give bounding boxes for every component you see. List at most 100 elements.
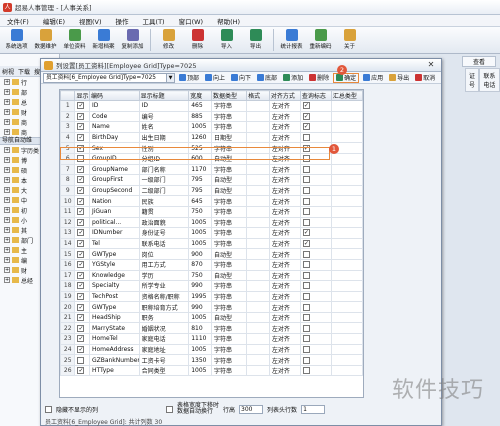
grid-cell[interactable]: [246, 343, 270, 356]
query-flag-checkbox[interactable]: [302, 303, 310, 311]
grid-cell[interactable]: [246, 100, 270, 112]
grid-cell[interactable]: [299, 311, 332, 324]
grid-cell[interactable]: GZBankNumber: [88, 354, 140, 366]
grid-cell[interactable]: 645: [188, 195, 212, 207]
grid-cell[interactable]: ✓: [74, 216, 90, 229]
grid-cell[interactable]: 学历: [138, 269, 190, 282]
expand-icon[interactable]: +: [4, 89, 10, 95]
show-checkbox[interactable]: ✓: [77, 335, 85, 343]
expand-icon[interactable]: +: [4, 99, 10, 105]
menu-item[interactable]: 操作: [109, 16, 136, 26]
grid-cell[interactable]: [74, 354, 90, 366]
grid-cell[interactable]: 字符串: [210, 216, 248, 229]
grid-cell[interactable]: 左对齐: [268, 343, 301, 356]
show-checkbox[interactable]: ✓: [77, 261, 85, 269]
show-checkbox[interactable]: ✓: [77, 197, 85, 205]
grid-cell[interactable]: ✓: [74, 163, 90, 176]
grid-cell[interactable]: [246, 227, 270, 239]
grid-cell[interactable]: ID: [88, 100, 140, 112]
query-flag-checkbox[interactable]: [302, 187, 310, 195]
grid-cell[interactable]: [246, 322, 270, 335]
grid-cell[interactable]: 自动型: [210, 174, 248, 186]
grid-cell[interactable]: 1005: [188, 121, 212, 133]
grid-column-header[interactable]: 宽度: [188, 90, 212, 101]
toolbar-button[interactable]: 复制添加: [118, 27, 147, 53]
grid-cell[interactable]: ✓: [74, 258, 90, 271]
grid-cell[interactable]: ✓: [74, 322, 90, 335]
grid-cell[interactable]: 左对齐: [268, 227, 301, 239]
grid-cell[interactable]: 左对齐: [268, 301, 301, 313]
grid-cell[interactable]: [330, 248, 363, 260]
grid-cell[interactable]: 左对齐: [268, 216, 301, 229]
grid-cell[interactable]: 左对齐: [268, 100, 301, 112]
grid-cell[interactable]: 1005: [188, 343, 212, 356]
grid-cell[interactable]: 左对齐: [268, 121, 301, 133]
query-flag-checkbox[interactable]: [302, 197, 310, 205]
show-checkbox[interactable]: ✓: [77, 134, 85, 142]
grid-row[interactable]: 12 ✓ political... 政治面貌 1005 字符串 左对齐: [60, 216, 363, 229]
grid-cell[interactable]: [246, 269, 270, 282]
menu-item[interactable]: 帮助(H): [210, 16, 247, 26]
grid-cell[interactable]: 岗位: [138, 248, 190, 260]
query-flag-checkbox[interactable]: [302, 134, 310, 142]
grid-cell[interactable]: GWType: [88, 301, 140, 313]
expand-icon[interactable]: +: [4, 257, 10, 263]
grid-cell[interactable]: ✓: [299, 227, 332, 239]
expand-icon[interactable]: +: [4, 217, 10, 223]
grid-cell[interactable]: 自动型: [210, 184, 248, 197]
grid-cell[interactable]: [330, 100, 363, 112]
menu-item[interactable]: 视图(V): [72, 16, 109, 26]
grid-cell[interactable]: [330, 322, 363, 335]
grid-cell[interactable]: Knowledge: [88, 269, 140, 282]
grid-cell[interactable]: 左对齐: [268, 269, 301, 282]
toolbar-button[interactable]: 删除: [183, 27, 212, 53]
grid-cell[interactable]: 编号: [138, 110, 190, 123]
grid-cell[interactable]: ✓: [74, 364, 90, 377]
auto-wrap-checkbox[interactable]: [166, 405, 174, 413]
expand-icon[interactable]: +: [4, 167, 10, 173]
grid-cell[interactable]: 二级部门: [138, 184, 190, 197]
view-button[interactable]: 查看: [462, 56, 496, 67]
menu-item[interactable]: 编辑(E): [36, 16, 72, 26]
dialog-button[interactable]: 顶部: [177, 73, 201, 83]
grid-cell[interactable]: Code: [88, 110, 140, 123]
toolbar-button[interactable]: 导出: [241, 27, 270, 53]
expand-icon[interactable]: +: [4, 207, 10, 213]
show-checkbox[interactable]: ✓: [77, 229, 85, 237]
grid-cell[interactable]: [246, 110, 270, 123]
grid-cell[interactable]: 字符串: [210, 227, 248, 239]
toolbar-button[interactable]: 关于: [335, 27, 364, 53]
grid-cell[interactable]: HeadShip: [88, 311, 140, 324]
grid-cell[interactable]: 字符串: [210, 121, 248, 133]
grid-row[interactable]: 19 ✓ TechPost 资格名称/职称 1995 字符串 左对齐: [60, 290, 363, 303]
grid-cell[interactable]: [330, 163, 363, 176]
grid-row[interactable]: 7 ✓ GroupName 部门名称 1170 字符串 左对齐: [60, 163, 363, 176]
hide-columns-checkbox[interactable]: [45, 405, 52, 413]
query-flag-checkbox[interactable]: ✓: [302, 123, 310, 131]
grid-cell[interactable]: [299, 216, 332, 229]
grid-cell[interactable]: 职称培育方式: [138, 301, 190, 313]
grid-cell[interactable]: 左对齐: [268, 322, 301, 335]
grid-cell[interactable]: 左对齐: [268, 110, 301, 123]
grid-cell[interactable]: TechPost: [88, 290, 140, 303]
query-flag-checkbox[interactable]: [302, 261, 310, 269]
grid-cell[interactable]: ✓: [74, 174, 90, 186]
grid-cell[interactable]: [330, 174, 363, 186]
grid-cell[interactable]: 1005: [188, 227, 212, 239]
grid-row[interactable]: 17 ✓ Knowledge 学历 750 自动型 左对齐: [60, 269, 363, 282]
grid-cell[interactable]: ✓: [74, 205, 90, 218]
grid-cell[interactable]: 自动型: [210, 248, 248, 260]
expand-icon[interactable]: +: [4, 147, 10, 153]
grid-cell[interactable]: [299, 205, 332, 218]
grid-cell[interactable]: 885: [188, 110, 212, 123]
grid-cell[interactable]: [299, 343, 332, 356]
query-flag-checkbox[interactable]: [302, 356, 310, 364]
query-flag-checkbox[interactable]: [302, 335, 310, 343]
grid-cell[interactable]: ✓: [74, 248, 90, 260]
toolbar-button[interactable]: 数据维护: [31, 27, 60, 53]
grid-cell[interactable]: BirthDay: [88, 131, 140, 144]
grid-cell[interactable]: [330, 131, 363, 144]
show-checkbox[interactable]: ✓: [77, 187, 85, 195]
show-checkbox[interactable]: ✓: [77, 367, 85, 375]
show-checkbox[interactable]: ✓: [77, 208, 85, 216]
